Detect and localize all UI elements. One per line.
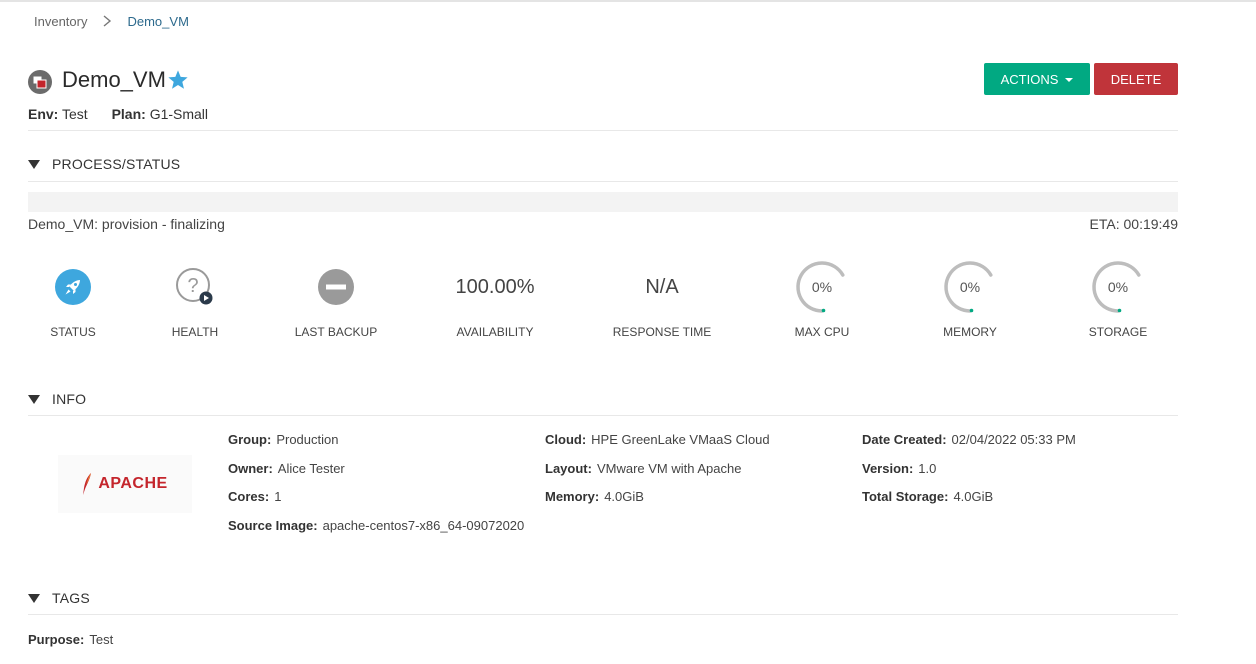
chevron-right-icon — [104, 15, 112, 27]
tag-key: Purpose: — [28, 632, 85, 647]
info-value: HPE GreenLake VMaaS Cloud — [591, 432, 770, 447]
stat-label: RESPONSE TIME — [612, 325, 712, 339]
info-key: Memory: — [545, 489, 600, 504]
info-key: Layout: — [545, 461, 592, 476]
info-section-toggle[interactable]: INFO — [28, 391, 86, 407]
stat-label: LAST BACKUP — [294, 325, 378, 339]
progress-bar-fill — [28, 192, 1178, 212]
info-value: 02/04/2022 05:33 PM — [951, 432, 1076, 447]
info-value: 4.0GiB — [953, 489, 994, 504]
stat-label: STATUS — [50, 325, 96, 339]
storage-gauge: 0% — [1088, 257, 1148, 317]
top-border — [0, 0, 1256, 2]
info-value: Production — [276, 432, 339, 447]
info-cloud: Cloud: HPE GreenLake VMaaS Cloud — [545, 432, 770, 447]
favorite-star-icon[interactable] — [167, 69, 189, 91]
availability-value: 100.00% — [455, 275, 535, 298]
info-total-storage: Total Storage: 4.0GiB — [862, 489, 993, 504]
apache-logo-text: APACHE — [98, 475, 168, 492]
info-key: Owner: — [228, 461, 273, 476]
env-plan-meta: Env: Test Plan: G1-Small — [28, 106, 208, 122]
stat-status: STATUS — [3, 260, 143, 350]
process-status-section-toggle[interactable]: PROCESS/STATUS — [28, 156, 180, 172]
actions-button-label: ACTIONS — [1000, 71, 1059, 87]
stat-health: ? HEALTH — [125, 260, 265, 350]
info-version: Version: 1.0 — [862, 461, 936, 476]
info-date-created: Date Created: 02/04/2022 05:33 PM — [862, 432, 1076, 447]
info-key: Group: — [228, 432, 272, 447]
divider — [28, 181, 1178, 182]
tag-item: Purpose: Test — [28, 632, 113, 647]
info-owner: Owner: Alice Tester — [228, 461, 345, 476]
stat-last-backup: LAST BACKUP — [266, 260, 406, 350]
info-value: VMware VM with Apache — [596, 461, 742, 476]
info-layout: Layout: VMware VM with Apache — [545, 461, 741, 476]
stat-memory: 0% MEMORY — [900, 260, 1040, 350]
stat-label: MAX CPU — [794, 325, 850, 339]
apache-logo: APACHE — [58, 455, 192, 513]
info-value: 1 — [274, 489, 282, 504]
info-source-image: Source Image: apache-centos7-x86_64-09072… — [228, 518, 524, 533]
memory-gauge-value: 0% — [959, 279, 981, 295]
stat-max-cpu: 0% MAX CPU — [752, 260, 892, 350]
env-value: Test — [61, 106, 88, 122]
apache-feather-icon — [83, 473, 92, 495]
breadcrumb-current[interactable]: Demo_VM — [127, 14, 188, 29]
info-title: INFO — [52, 391, 87, 407]
question-icon: ? — [176, 268, 213, 305]
info-memory: Memory: 4.0GiB — [545, 489, 644, 504]
minus-circle-icon — [318, 269, 354, 305]
info-group: Group: Production — [228, 432, 338, 447]
info-cores: Cores: 1 — [228, 489, 281, 504]
rocket-icon — [55, 269, 91, 305]
info-key: Cloud: — [545, 432, 587, 447]
cpu-gauge-value: 0% — [811, 279, 833, 295]
delete-button[interactable]: DELETE — [1094, 63, 1178, 95]
divider — [28, 130, 1178, 131]
stat-label: MEMORY — [943, 325, 997, 339]
plan-value: G1-Small — [149, 106, 209, 122]
breadcrumb: Inventory Demo_VM — [34, 13, 189, 29]
process-status-text: Demo_VM: provision - finalizing — [28, 216, 225, 232]
delete-button-label: DELETE — [1110, 71, 1162, 87]
info-value: 1.0 — [918, 461, 937, 476]
info-key: Cores: — [228, 489, 270, 504]
divider — [28, 415, 1178, 416]
storage-gauge-value: 0% — [1107, 279, 1129, 295]
info-value: Alice Tester — [277, 461, 345, 476]
memory-gauge: 0% — [940, 257, 1000, 317]
stat-label: AVAILABILITY — [456, 325, 534, 339]
stat-label: STORAGE — [1088, 325, 1148, 339]
process-eta: ETA: 00:19:49 — [1089, 216, 1178, 232]
caret-down-icon — [1065, 77, 1074, 82]
progress-bar — [28, 192, 1178, 212]
info-key: Source Image: — [228, 518, 318, 533]
info-key: Version: — [862, 461, 914, 476]
info-key: Date Created: — [862, 432, 947, 447]
divider — [28, 614, 1178, 615]
stat-label: HEALTH — [171, 325, 219, 339]
info-value: apache-centos7-x86_64-09072020 — [322, 518, 525, 533]
collapse-triangle-icon — [28, 159, 40, 169]
stat-storage: 0% STORAGE — [1048, 260, 1188, 350]
tags-title: TAGS — [52, 590, 90, 606]
collapse-triangle-icon — [28, 394, 40, 404]
process-status-title: PROCESS/STATUS — [52, 156, 181, 172]
actions-button[interactable]: ACTIONS — [984, 63, 1090, 95]
page-title: Demo_VM — [62, 67, 166, 92]
svg-text:?: ? — [187, 275, 198, 297]
env-label: Env: — [28, 106, 59, 122]
stat-availability: 100.00% AVAILABILITY — [425, 260, 565, 350]
plan-label: Plan: — [111, 106, 146, 122]
breadcrumb-inventory-link[interactable]: Inventory — [34, 14, 87, 29]
tag-value: Test — [89, 632, 114, 647]
stat-response-time: N/A RESPONSE TIME — [592, 260, 732, 350]
response-time-value: N/A — [645, 275, 679, 298]
info-key: Total Storage: — [862, 489, 949, 504]
tags-section-toggle[interactable]: TAGS — [28, 590, 90, 606]
vm-instance-icon — [28, 70, 52, 94]
info-value: 4.0GiB — [604, 489, 644, 504]
cpu-gauge: 0% — [792, 257, 852, 317]
collapse-triangle-icon — [28, 593, 40, 603]
